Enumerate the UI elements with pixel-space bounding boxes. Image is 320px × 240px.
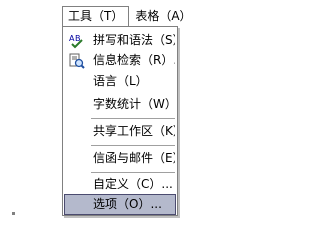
cursor-mark <box>12 212 15 215</box>
menu-item-shared-workspace[interactable]: 共享工作区（K）... <box>65 122 175 141</box>
menu-table[interactable]: 表格（A） <box>129 6 197 26</box>
menu-item-research[interactable]: 信息检索（R）... <box>65 51 175 70</box>
menu-item-options[interactable]: 选项（O）... <box>64 194 176 215</box>
menu-item-label: 自定义（C）... <box>93 177 173 191</box>
menu-separator <box>91 145 175 146</box>
menu-item-customize[interactable]: 自定义（C）... <box>65 175 175 194</box>
spelling-grammar-icon: A B <box>69 33 85 49</box>
menu-item-spelling-grammar[interactable]: A B 拼写和语法（S）... <box>65 31 175 50</box>
menu-item-label: 语言（L） <box>93 74 148 88</box>
menu-bar: 工具（T） 表格（A） <box>62 6 198 26</box>
research-icon <box>69 53 85 69</box>
menu-item-letters-mailings[interactable]: 信函与邮件（E） <box>65 149 175 168</box>
menu-separator <box>91 172 175 173</box>
menu-item-label: 信息检索（R）... <box>93 53 175 67</box>
menu-item-label: 信函与邮件（E） <box>93 151 175 165</box>
menu-item-label: 选项（O）... <box>93 197 162 211</box>
menu-item-label: 字数统计（W）... <box>93 97 175 111</box>
menu-item-label: 拼写和语法（S）... <box>93 33 175 47</box>
menu-item-label: 共享工作区（K）... <box>93 124 175 138</box>
menu-tools[interactable]: 工具（T） <box>62 6 130 26</box>
menu-item-word-count[interactable]: 字数统计（W）... <box>65 95 175 114</box>
menu-separator <box>91 118 175 119</box>
tools-dropdown-menu: A B 拼写和语法（S）... 信息检索（R）... 语言（L） <box>62 26 178 216</box>
menu-item-language[interactable]: 语言（L） <box>65 72 175 91</box>
app-canvas: 工具（T） 表格（A） A B 拼写和语法（S）... <box>0 0 269 223</box>
